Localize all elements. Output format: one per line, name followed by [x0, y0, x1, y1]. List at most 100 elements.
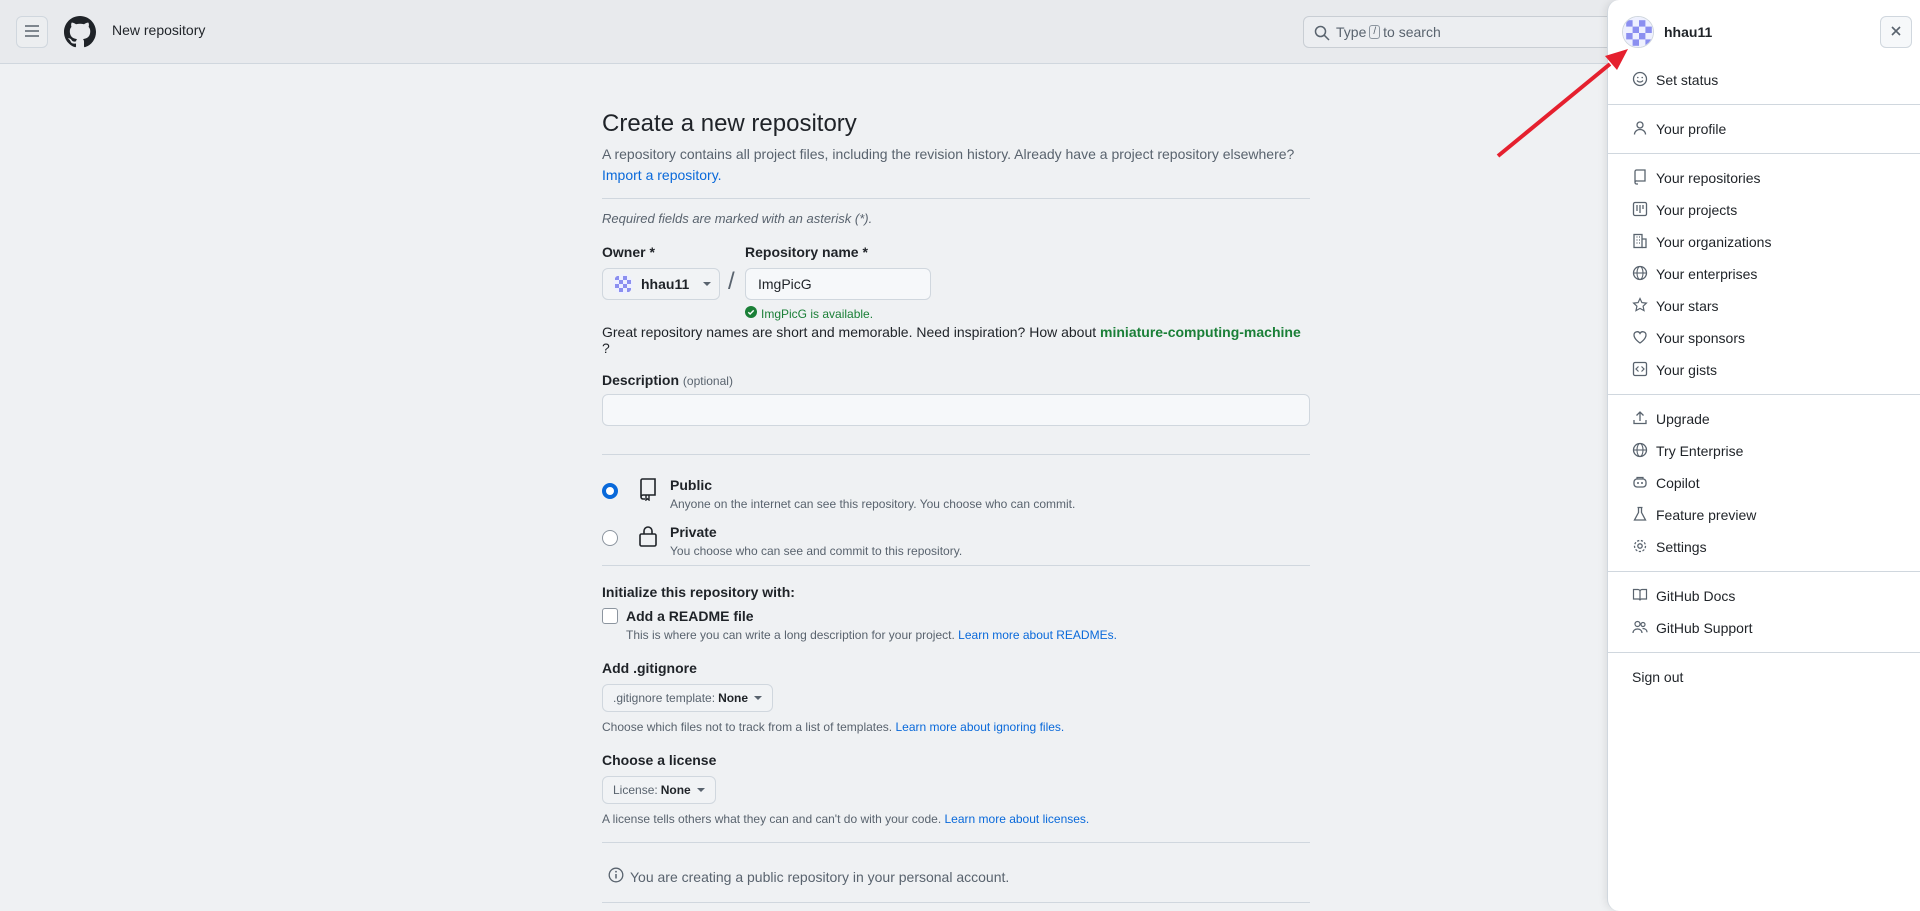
github-logo-icon[interactable]: [64, 16, 96, 48]
menu-copilot[interactable]: Copilot: [1608, 467, 1920, 499]
visibility-public[interactable]: Public Anyone on the internet can see th…: [602, 477, 1075, 511]
license-prefix: License:: [613, 783, 658, 797]
menu-label: Your organizations: [1656, 234, 1772, 250]
notice-text: You are creating a public repository in …: [630, 868, 1010, 885]
menu-label: Try Enterprise: [1656, 443, 1744, 459]
menu-label: Feature preview: [1656, 507, 1757, 523]
info-icon: [608, 867, 624, 886]
optional-tag: (optional): [682, 374, 733, 388]
close-icon: [1889, 24, 1903, 41]
divider: [602, 565, 1310, 566]
divider: [1608, 652, 1920, 653]
divider: [602, 902, 1310, 903]
divider: [602, 454, 1310, 455]
menu-set-status[interactable]: Set status: [1608, 64, 1920, 96]
menu-github-support[interactable]: GitHub Support: [1608, 612, 1920, 644]
public-notice: You are creating a public repository in …: [602, 867, 1310, 886]
gitignore-help: Choose which files not to track from a l…: [602, 720, 1310, 734]
menu-your-organizations[interactable]: Your organizations: [1608, 226, 1920, 258]
form-title: Create a new repository: [602, 110, 857, 137]
menu-github-docs[interactable]: GitHub Docs: [1608, 580, 1920, 612]
owner-repo-row: Owner * Repository name * hhau11 / ImgPi…: [602, 244, 1310, 321]
check-circle-icon: [745, 306, 757, 321]
readme-desc-text: This is where you can write a long descr…: [626, 628, 955, 642]
import-repo-link[interactable]: Import a repository.: [602, 167, 722, 183]
menu-label: GitHub Support: [1656, 620, 1753, 636]
license-title: Choose a license: [602, 752, 717, 768]
repo-name-input[interactable]: ImgPicG: [745, 268, 931, 300]
smiley-icon: [1632, 71, 1648, 90]
menu-label: Upgrade: [1656, 411, 1710, 427]
code-square-icon: [1632, 361, 1648, 380]
search-shortcut-key: /: [1369, 25, 1381, 39]
menu-label: Your sponsors: [1656, 330, 1745, 346]
drawer-header: hhau11: [1622, 16, 1712, 48]
availability-text: ImgPicG is available.: [761, 306, 874, 321]
menu-label: GitHub Docs: [1656, 588, 1736, 604]
menu-settings[interactable]: Settings: [1608, 531, 1920, 563]
page-context-title[interactable]: New repository: [112, 22, 205, 38]
gitignore-learn-link[interactable]: Learn more about ignoring files.: [895, 720, 1064, 734]
menu-your-sponsors[interactable]: Your sponsors: [1608, 322, 1920, 354]
new-repo-form: Create a new repository A repository con…: [602, 108, 1310, 903]
hamburger-icon: [24, 23, 40, 42]
menu-label: Your gists: [1656, 362, 1717, 378]
avatar[interactable]: [1622, 16, 1654, 48]
repo-icon: [1632, 168, 1648, 188]
people-icon: [1632, 619, 1648, 638]
suggested-name-link[interactable]: miniature-computing-machine: [1100, 324, 1301, 340]
license-select[interactable]: License: None: [602, 776, 716, 804]
divider: [1608, 394, 1920, 395]
menu-your-projects[interactable]: Your projects: [1608, 194, 1920, 226]
menu-your-profile[interactable]: Your profile: [1608, 113, 1920, 145]
private-title: Private: [670, 524, 717, 540]
menu-your-enterprises[interactable]: Your enterprises: [1608, 258, 1920, 290]
divider: [602, 842, 1310, 843]
owner-dropdown[interactable]: hhau11: [602, 268, 720, 300]
beaker-icon: [1632, 506, 1648, 525]
private-desc: You choose who can see and commit to thi…: [670, 544, 963, 558]
search-icon: [1314, 25, 1330, 44]
gitignore-select[interactable]: .gitignore template: None: [602, 684, 774, 712]
private-radio[interactable]: [602, 530, 618, 546]
star-icon: [1632, 296, 1648, 316]
menu-feature-preview[interactable]: Feature preview: [1608, 499, 1920, 531]
license-help-text: A license tells others what they can and…: [602, 812, 942, 826]
public-radio[interactable]: [602, 483, 618, 499]
readme-label[interactable]: Add a README file: [626, 608, 754, 624]
close-drawer-button[interactable]: [1880, 16, 1912, 48]
menu-label: Your profile: [1656, 121, 1727, 137]
form-subtitle: A repository contains all project files,…: [602, 144, 1310, 186]
readme-checkbox[interactable]: [602, 608, 618, 624]
gitignore-value: None: [718, 691, 749, 705]
menu-sign-out[interactable]: Sign out: [1608, 661, 1920, 693]
inspiration-text: Great repository names are short and mem…: [602, 324, 1310, 356]
menu-label: Your stars: [1656, 298, 1719, 314]
drawer-menu: Set status Your profile Your repositorie…: [1608, 64, 1920, 693]
inspire-end: ?: [602, 340, 610, 356]
description-label-text: Description: [602, 372, 680, 388]
menu-your-stars[interactable]: Your stars: [1608, 290, 1920, 322]
menu-your-repositories[interactable]: Your repositories: [1608, 162, 1920, 194]
menu-your-gists[interactable]: Your gists: [1608, 354, 1920, 386]
readme-option[interactable]: Add a README file: [602, 608, 1310, 624]
divider: [602, 198, 1310, 199]
menu-try-enterprise[interactable]: Try Enterprise: [1608, 435, 1920, 467]
readme-learn-link[interactable]: Learn more about READMEs.: [958, 628, 1117, 642]
user-menu-drawer: hhau11 Set status Your profile Your repo…: [1607, 0, 1920, 911]
menu-label: Your enterprises: [1656, 266, 1758, 282]
description-input[interactable]: [602, 394, 1310, 426]
visibility-private[interactable]: Private You choose who can see and commi…: [602, 524, 962, 558]
chevron-down-icon: [703, 282, 712, 286]
availability-status: ImgPicG is available.: [745, 306, 873, 321]
menu-button[interactable]: [16, 16, 48, 48]
search-suffix: to search: [1383, 24, 1441, 40]
menu-upgrade[interactable]: Upgrade: [1608, 403, 1920, 435]
search-input[interactable]: Type / to search: [1303, 16, 1623, 48]
license-help: A license tells others what they can and…: [602, 812, 1310, 826]
owner-value: hhau11: [641, 276, 690, 292]
gitignore-prefix: .gitignore template:: [613, 691, 716, 705]
repo-icon: [636, 477, 660, 502]
license-learn-link[interactable]: Learn more about licenses.: [945, 812, 1090, 826]
book-icon: [1632, 587, 1648, 606]
